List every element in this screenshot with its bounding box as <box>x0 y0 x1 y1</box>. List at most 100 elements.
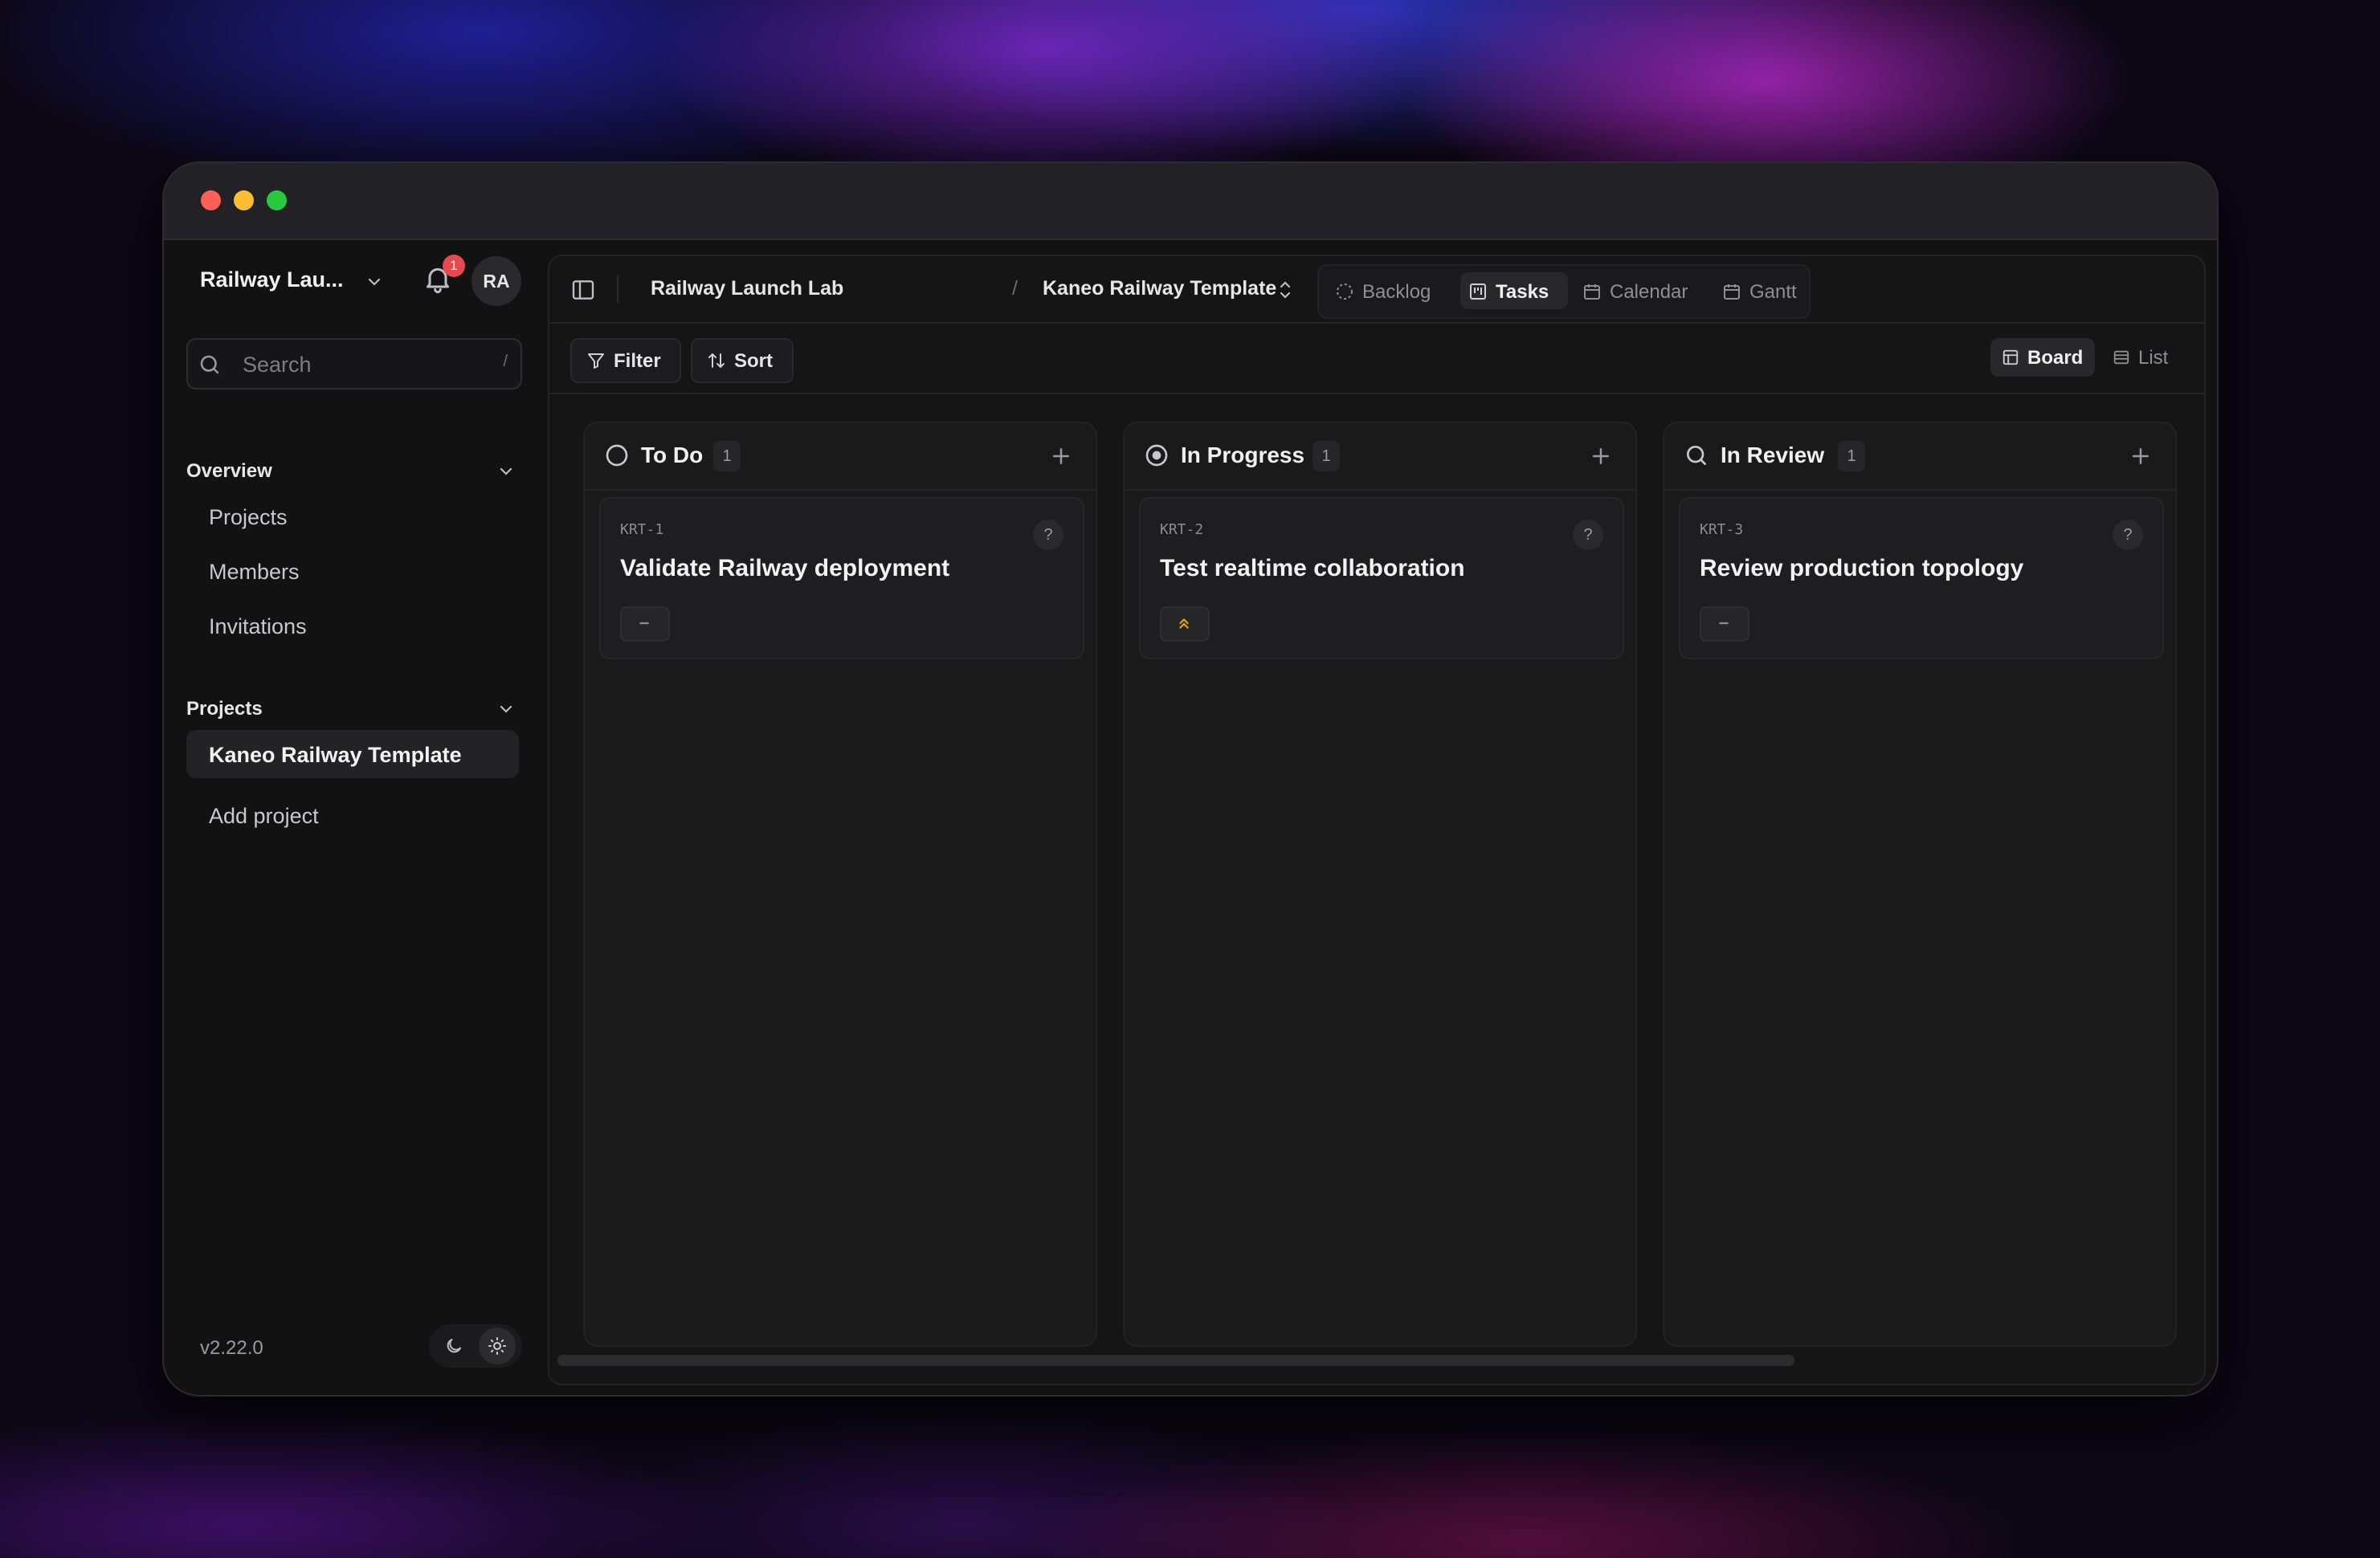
sidebar-item-label: Projects <box>209 505 288 529</box>
divider <box>617 275 618 303</box>
task-key: KRT-3 <box>1700 521 1744 538</box>
tab-calendar[interactable]: Calendar <box>1574 272 1711 309</box>
task-title: Validate Railway deployment <box>620 555 950 581</box>
board-icon <box>2002 349 2019 365</box>
plus-icon[interactable] <box>1049 444 1073 468</box>
search-icon <box>200 355 219 374</box>
tab-label: Gantt <box>1749 281 1797 303</box>
chevron-updown-icon[interactable] <box>1276 279 1295 301</box>
plus-icon[interactable] <box>2129 444 2153 468</box>
tab-gantt[interactable]: Gantt <box>1714 272 1804 309</box>
magnifier-icon <box>1687 446 1706 465</box>
sort-icon <box>708 353 725 369</box>
close-window-button[interactable] <box>201 190 221 210</box>
board-column-todo: To Do 1 KRT-1 ? Validate Railway deploym… <box>583 422 1097 1347</box>
high-priority-icon <box>1179 618 1189 629</box>
assignee-placeholder[interactable]: ? <box>1573 520 1603 550</box>
calendar-icon <box>1584 284 1600 300</box>
assignee-placeholder[interactable]: ? <box>2113 520 2143 550</box>
add-project-button[interactable]: Add project <box>186 791 519 839</box>
list-label: List <box>2138 347 2169 369</box>
projects-section-header[interactable]: Projects <box>186 693 519 725</box>
list-view-button[interactable]: List <box>2101 338 2186 377</box>
no-priority-icon <box>639 622 649 625</box>
task-key: KRT-2 <box>1160 521 1204 538</box>
column-count: 1 <box>1312 441 1340 471</box>
horizontal-scrollbar[interactable] <box>557 1355 1794 1366</box>
sort-button[interactable]: Sort <box>691 338 794 383</box>
dark-mode-button[interactable] <box>435 1328 472 1364</box>
minimize-window-button[interactable] <box>234 190 254 210</box>
board-toolbar: Filter Sort Board List <box>549 324 2204 394</box>
kanban-icon <box>1470 283 1486 300</box>
app-window: Railway Lau... 1 RA / Overview Projects … <box>164 163 2217 1395</box>
sidebar-item-members[interactable]: Members <box>186 547 519 595</box>
overview-section-label: Overview <box>186 460 272 482</box>
tab-backlog[interactable]: Backlog <box>1327 272 1455 309</box>
sidebar-toggle-icon[interactable] <box>570 277 596 303</box>
task-card[interactable]: KRT-1 ? Validate Railway deployment <box>599 497 1084 659</box>
avatar[interactable]: RA <box>472 256 521 306</box>
column-count: 1 <box>1838 441 1865 471</box>
header-bar: Railway Launch Lab / Kaneo Railway Templ… <box>549 256 2204 324</box>
column-title: In Review <box>1721 443 1825 467</box>
progress-circle-icon <box>1145 444 1168 467</box>
sun-icon <box>488 1337 506 1355</box>
sidebar-item-kaneo-railway-template[interactable]: Kaneo Railway Template <box>186 730 519 778</box>
tab-tasks[interactable]: Tasks <box>1460 272 1568 309</box>
sidebar-item-projects[interactable]: Projects <box>186 492 519 540</box>
gantt-icon <box>1724 284 1740 300</box>
priority-badge[interactable] <box>620 606 670 642</box>
search-box[interactable]: / <box>186 338 522 390</box>
list-icon <box>2113 350 2129 365</box>
board-column-in-progress: In Progress 1 KRT-2 ? Test realtime coll… <box>1123 422 1637 1347</box>
column-title: In Progress <box>1181 443 1305 467</box>
priority-badge[interactable] <box>1160 606 1210 642</box>
app-version: v2.22.0 <box>200 1337 263 1359</box>
column-count: 1 <box>713 441 741 471</box>
task-card[interactable]: KRT-3 ? Review production topology <box>1679 497 2164 659</box>
add-project-label: Add project <box>209 804 319 828</box>
workspace-name[interactable]: Railway Lau... <box>200 267 344 292</box>
view-tabs: Backlog Tasks Calendar Gantt <box>1317 264 1811 319</box>
filter-label: Filter <box>614 350 661 372</box>
moon-icon <box>447 1339 461 1353</box>
chevron-down-icon <box>500 467 512 475</box>
assignee-placeholder[interactable]: ? <box>1033 520 1063 550</box>
filter-icon <box>588 353 604 369</box>
search-input[interactable] <box>241 340 477 390</box>
theme-toggle[interactable] <box>429 1324 522 1368</box>
task-title: Review production topology <box>1700 555 2024 581</box>
search-shortcut-hint: / <box>503 353 508 370</box>
priority-badge[interactable] <box>1700 606 1749 642</box>
column-header: To Do 1 <box>585 423 1096 491</box>
projects-section-label: Projects <box>186 698 263 720</box>
column-header: In Review 1 <box>1664 423 2175 491</box>
sidebar-item-label: Members <box>209 560 300 584</box>
sort-label: Sort <box>734 350 773 372</box>
breadcrumb-workspace[interactable]: Railway Launch Lab <box>651 277 843 300</box>
sidebar-item-label: Invitations <box>209 614 307 638</box>
main-panel: Railway Launch Lab / Kaneo Railway Templ… <box>548 255 2206 1385</box>
notification-badge: 1 <box>443 255 465 277</box>
light-mode-button[interactable] <box>479 1328 516 1364</box>
title-bar <box>164 163 2217 240</box>
column-title: To Do <box>641 443 704 467</box>
empty-circle-icon <box>606 444 628 467</box>
column-header: In Progress 1 <box>1125 423 1635 491</box>
task-card[interactable]: KRT-2 ? Test realtime collaboration <box>1139 497 1624 659</box>
tab-label: Tasks <box>1496 281 1549 303</box>
maximize-window-button[interactable] <box>267 190 287 210</box>
sidebar-item-invitations[interactable]: Invitations <box>186 602 519 650</box>
sidebar-item-label: Kaneo Railway Template <box>209 743 462 767</box>
board-view-button[interactable]: Board <box>1990 338 2095 377</box>
filter-button[interactable]: Filter <box>570 338 681 383</box>
breadcrumb-project[interactable]: Kaneo Railway Template <box>1043 277 1276 300</box>
tab-label: Calendar <box>1610 281 1688 303</box>
plus-icon[interactable] <box>1589 444 1613 468</box>
overview-section-header[interactable]: Overview <box>186 455 519 487</box>
tab-label: Backlog <box>1362 281 1431 303</box>
sidebar: Railway Lau... 1 RA / Overview Projects … <box>164 240 541 1395</box>
chevron-down-icon[interactable] <box>365 272 384 292</box>
chevron-down-icon <box>500 705 512 713</box>
